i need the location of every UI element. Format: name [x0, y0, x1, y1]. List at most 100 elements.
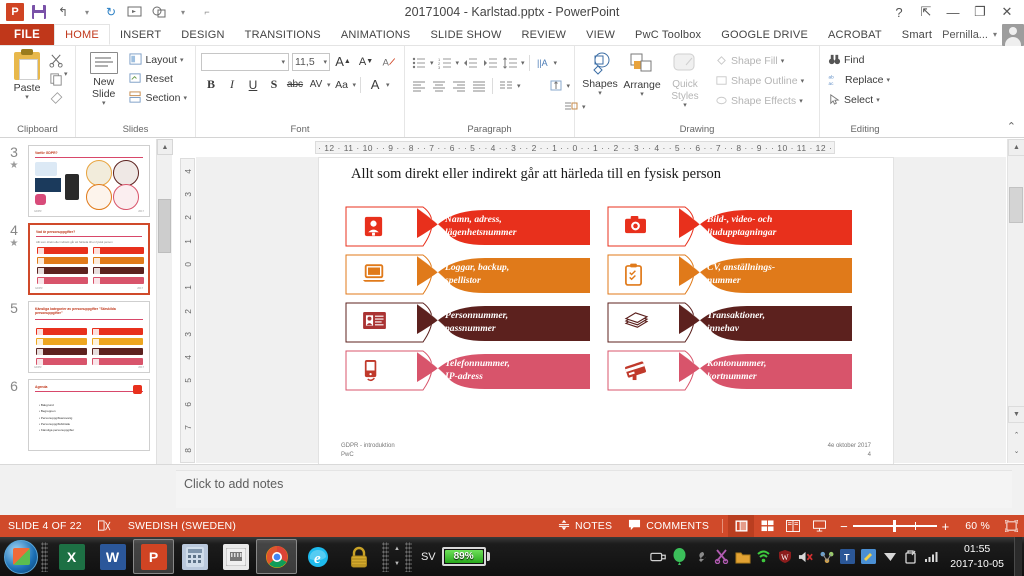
decrease-indent-icon[interactable] [461, 54, 479, 71]
format-painter-icon[interactable] [49, 91, 64, 105]
thumbnail-scroll-thumb[interactable] [158, 199, 171, 253]
show-desktop-button[interactable] [1014, 537, 1022, 576]
battery-indicator[interactable]: 89% [441, 547, 490, 566]
bullets-caret-icon[interactable]: ▾ [430, 59, 434, 67]
notes-toggle[interactable]: NOTES [550, 515, 620, 537]
tab-review[interactable]: REVIEW [512, 24, 577, 45]
new-slide-caret-icon[interactable]: ▾ [102, 100, 106, 108]
taskbar-item-word[interactable]: W [92, 539, 133, 574]
taskbar-item-excel[interactable]: X [51, 539, 92, 574]
powerpoint-app-icon[interactable]: P [4, 2, 26, 22]
paste-button[interactable]: Paste ▾ [5, 49, 49, 104]
toolbar-scroll-down-icon[interactable]: ▼ [394, 561, 400, 567]
taskbar-item-internet-explorer[interactable]: e [297, 539, 338, 574]
account-caret-icon[interactable]: ▾ [993, 30, 997, 39]
slide-indicator[interactable]: SLIDE 4 OF 22 [0, 515, 90, 537]
font-size-caret-icon[interactable]: ▾ [323, 58, 327, 66]
avatar[interactable] [1002, 23, 1024, 46]
eject-media-icon[interactable] [902, 548, 919, 565]
folder-icon[interactable] [734, 548, 751, 565]
spelling-icon[interactable] [90, 515, 120, 537]
font-color-button[interactable]: A [365, 75, 385, 94]
shape-fill-button[interactable]: Shape Fill ▾ [712, 53, 807, 68]
wrench-icon[interactable] [692, 548, 709, 565]
columns-caret-icon[interactable]: ▾ [517, 82, 521, 90]
tab-file[interactable]: FILE [0, 24, 55, 45]
thumbnail-6[interactable]: Agenda • Bakgrund • Begreppen • Personuppg… [28, 379, 150, 451]
shapes-button[interactable]: Shapes ▾ [580, 50, 620, 100]
strikethrough-button[interactable]: abc [285, 75, 305, 94]
line-spacing-caret-icon[interactable]: ▾ [521, 59, 525, 67]
align-center-icon[interactable] [430, 77, 448, 94]
reading-view-button[interactable] [780, 515, 806, 537]
teams-icon[interactable]: T [839, 548, 856, 565]
character-spacing-caret-icon[interactable]: ▾ [327, 81, 331, 89]
bluetooth-devices-icon[interactable] [818, 548, 835, 565]
tray-grip[interactable] [382, 541, 389, 572]
taskbar-clock[interactable]: 01:55 2017-10-05 [944, 542, 1010, 570]
banner-item[interactable]: Transaktioner, innehav [607, 302, 853, 343]
taskbar-item-powerpoint[interactable]: P [133, 539, 174, 574]
zoom-in-button[interactable]: + [942, 519, 950, 534]
increase-font-size-icon[interactable]: A ▲ [333, 52, 353, 71]
slide-editing-area[interactable]: Allt som direkt eller indirekt går att h… [196, 157, 1006, 467]
scissors-icon[interactable] [49, 53, 64, 68]
numbering-caret-icon[interactable]: ▾ [456, 59, 460, 67]
slide-scroll-thumb[interactable] [1009, 187, 1023, 223]
line-spacing-icon[interactable] [501, 54, 519, 71]
replace-button[interactable]: ab ac Replace ▾ [825, 72, 893, 87]
find-button[interactable]: Find [825, 52, 867, 67]
zoom-slider-knob[interactable] [892, 520, 896, 532]
tab-google-drive[interactable]: GOOGLE DRIVE [711, 24, 818, 45]
start-slideshow-icon[interactable] [124, 2, 146, 22]
clipboard-copy-caret-icon[interactable]: ▾ [64, 70, 68, 78]
save-icon[interactable] [28, 2, 50, 22]
zoom-out-button[interactable]: − [840, 519, 848, 534]
fit-to-window-button[interactable] [998, 515, 1024, 537]
tab-pwc-toolbox[interactable]: PwC Toolbox [625, 24, 711, 45]
collapse-ribbon-icon[interactable]: ⌃ [1007, 120, 1016, 133]
shape-effects-button[interactable]: Shape Effects ▾ [712, 93, 807, 108]
language-grip[interactable] [404, 541, 412, 572]
language-indicator-taskbar[interactable]: SV [415, 551, 442, 563]
thumbnail-panel-scrollbar[interactable]: ▲ ▼ [156, 139, 173, 516]
bullets-icon[interactable] [410, 54, 428, 71]
language-indicator[interactable]: SWEDISH (SWEDEN) [120, 515, 244, 537]
bold-button[interactable]: B [201, 75, 221, 94]
zoom-slider[interactable]: − + [832, 519, 957, 534]
text-shadow-button[interactable]: S [264, 75, 284, 94]
redo-icon[interactable]: ↻ [100, 2, 122, 22]
banner-item[interactable]: Kontonummer, kortnummer [607, 350, 853, 391]
layout-button[interactable]: Layout ▾ [126, 52, 190, 67]
underline-button[interactable]: U [243, 75, 263, 94]
paste-caret-icon[interactable]: ▾ [25, 94, 29, 102]
shape-outline-button[interactable]: Shape Outline ▾ [712, 73, 807, 88]
notes-pane[interactable]: Click to add notes [0, 464, 1024, 515]
italic-button[interactable]: I [222, 75, 242, 94]
security-shield-icon[interactable]: W [776, 548, 793, 565]
toolbar-scroll-up-icon[interactable]: ▲ [394, 546, 400, 552]
tab-insert[interactable]: INSERT [110, 24, 171, 45]
section-caret-icon[interactable]: ▾ [183, 94, 187, 102]
shape-effects-caret-icon[interactable]: ▾ [799, 97, 803, 105]
power-plug-icon[interactable] [650, 548, 667, 565]
balloon-icon[interactable] [671, 548, 688, 565]
copy-icon[interactable] [49, 72, 64, 87]
increase-indent-icon[interactable] [481, 54, 499, 71]
banner-item[interactable]: CV, anställnings- nummer [607, 254, 853, 295]
banner-item[interactable]: Loggar, backup, spellistor [345, 254, 591, 295]
qat-shapes-caret-icon[interactable]: ▾ [172, 2, 194, 22]
shape-fill-caret-icon[interactable]: ▾ [781, 57, 785, 65]
taskbar-item-calculator[interactable] [174, 539, 215, 574]
font-size-input[interactable]: 11,5 ▾ [292, 52, 330, 71]
align-text-caret-icon[interactable]: ▾ [567, 82, 571, 90]
start-button[interactable] [4, 539, 38, 574]
align-text-icon[interactable] [547, 77, 565, 94]
signal-bars-icon[interactable] [923, 548, 940, 565]
slide-title[interactable]: Allt som direkt eller indirekt går att h… [351, 166, 721, 183]
slide-scroll-down-icon[interactable]: ▼ [1008, 406, 1024, 423]
thumbnail-item-5[interactable]: 5 Känsliga kategorier av personuppgifter… [0, 295, 171, 373]
numbering-icon[interactable]: 123 [436, 54, 454, 71]
slide-area-scrollbar[interactable]: ▲ ▼ ⌃ ⌄ [1007, 139, 1024, 463]
shapes-caret-icon[interactable]: ▾ [598, 90, 602, 98]
